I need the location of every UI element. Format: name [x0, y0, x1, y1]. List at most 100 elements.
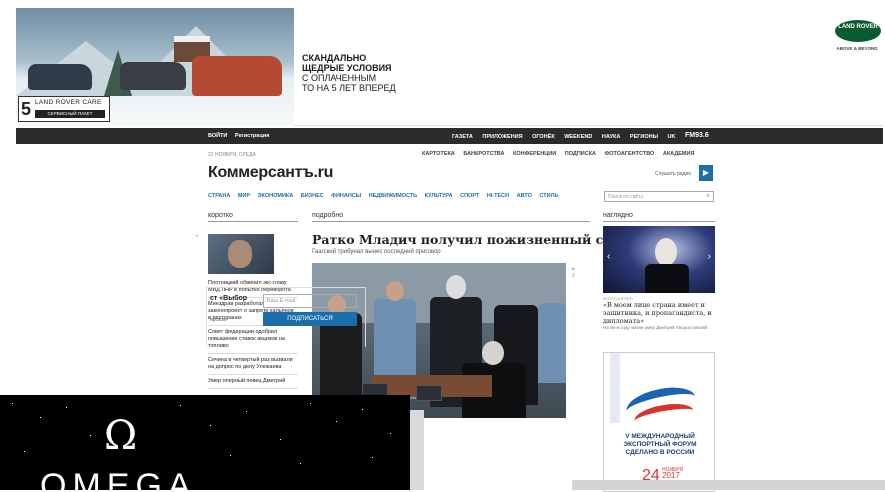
- export-forum-ad[interactable]: V МЕЖДУНАРОДНЫЙ ЭКСПОРТНЫЙ ФОРУМ СДЕЛАНО…: [603, 352, 715, 492]
- service-link[interactable]: БАНКРОТСТВА: [463, 151, 504, 157]
- promo-line: С ОПЛАЧЕННЫМ: [302, 73, 377, 83]
- subscribe-title: ст «Выбор: [210, 295, 248, 302]
- promo-line: ТО НА 5 ЛЕТ ВПЕРЕД: [302, 83, 396, 93]
- head-shape: [482, 341, 504, 365]
- service-link[interactable]: АКАДЕМИЯ: [663, 151, 695, 157]
- register-link[interactable]: Регистрация: [235, 133, 269, 139]
- column-header-short[interactable]: коротко: [208, 212, 298, 222]
- land-rover-banner[interactable]: 5 LAND ROVER CARE СЕРВИСНЫЙ ПАКЕТ СКАНДА…: [16, 8, 883, 126]
- topbar-link[interactable]: WEEKEND: [564, 134, 592, 140]
- forum-title-line: ЭКСПОРТНЫЙ ФОРУМ: [623, 441, 697, 448]
- star-dot: [24, 451, 25, 452]
- nav-item[interactable]: НЕДВИЖИМОСТЬ: [369, 193, 417, 199]
- play-icon[interactable]: ▶: [699, 165, 713, 181]
- main-story-title[interactable]: Ратко Младич получил пожизненный срок: [312, 232, 629, 247]
- star-dot: [12, 403, 13, 404]
- comments-count[interactable]: ▪ 2: [572, 266, 575, 279]
- fm-radio-link[interactable]: FM93.6: [685, 132, 709, 139]
- gallery-subcaption: На 56-м году жизни умер Дмитрий Хворосто…: [603, 325, 708, 330]
- promo-text: СКАНДАЛЬНО ЩЕДРЫЕ УСЛОВИЯ С ОПЛАЧЕННЫМ Т…: [302, 53, 442, 93]
- forum-date: НОЯБРЯ 2017: [662, 467, 683, 480]
- login-link[interactable]: ВОЙТИ: [208, 133, 227, 139]
- star-dot: [180, 405, 181, 406]
- star-dot: [310, 403, 311, 404]
- care-number: 5: [21, 99, 32, 119]
- star-dot: [300, 463, 301, 464]
- nav-item[interactable]: СТРАНА: [208, 193, 230, 199]
- list-item[interactable]: Сечина в четвертый раз вызвали на допрос…: [208, 354, 298, 375]
- chevron-right-icon[interactable]: ›: [708, 251, 711, 262]
- bullet-icon: •: [196, 234, 199, 240]
- head-shape: [386, 281, 404, 301]
- services-menu: КАРТОТЕКА БАНКРОТСТВА КОНФЕРЕНЦИИ ПОДПИС…: [422, 151, 701, 157]
- nav-item[interactable]: HI-TECH: [487, 193, 509, 199]
- omega-ad-overlay[interactable]: Ω OMEGA: [0, 395, 410, 490]
- service-link[interactable]: КОНФЕРЕНЦИИ: [513, 151, 556, 157]
- current-date: 22 НОЯБРЯ, СРЕДА: [208, 152, 256, 158]
- service-link[interactable]: КАРТОТЕКА: [422, 151, 455, 157]
- star-dot: [246, 411, 247, 412]
- star-dot: [66, 407, 67, 408]
- search-input[interactable]: Поиск по сайту ⌕: [604, 191, 714, 202]
- promo-line: ЩЕДРЫЕ УСЛОВИЯ: [302, 63, 392, 73]
- topbar-link[interactable]: ГАЗЕТА: [452, 134, 473, 140]
- top-bar: ВОЙТИ Регистрация ГАЗЕТА ПРИЛОЖЕНИЯ ОГОН…: [16, 128, 883, 144]
- nav-item[interactable]: СТИЛЬ: [539, 193, 558, 199]
- star-dot: [362, 409, 363, 410]
- forum-title-line: V МЕЖДУНАРОДНЫЙ: [625, 433, 695, 440]
- topbar-link[interactable]: РЕГИОНЫ: [630, 134, 658, 140]
- main-story-subtitle: Гаагский трибунал вынес последний пригов…: [312, 249, 441, 255]
- star-dot: [90, 435, 91, 436]
- omega-logo-icon: Ω: [104, 413, 138, 459]
- topbar-link[interactable]: UK: [668, 134, 676, 140]
- forum-title: V МЕЖДУНАРОДНЫЙ ЭКСПОРТНЫЙ ФОРУМ СДЕЛАНО…: [604, 433, 714, 457]
- topbar-link[interactable]: ПРИЛОЖЕНИЯ: [482, 134, 522, 140]
- service-link[interactable]: ПОДПИСКА: [565, 151, 596, 157]
- chevron-left-icon[interactable]: ‹: [607, 251, 610, 262]
- bottom-overlay-bar: [572, 480, 885, 490]
- logo-tagline: ABOVE & BEYOND: [836, 46, 878, 51]
- promo-line: СКАНДАЛЬНО: [302, 53, 367, 63]
- search-icon[interactable]: ⌕: [707, 193, 710, 200]
- list-item[interactable]: Умер оперный певец Дмитрий: [208, 375, 298, 389]
- person-shape: [538, 303, 566, 383]
- gallery-photo[interactable]: ‹ ›: [603, 226, 715, 293]
- car-shape: [28, 64, 92, 90]
- land-rover-care-badge: 5 LAND ROVER CARE СЕРВИСНЫЙ ПАКЕТ: [18, 96, 110, 122]
- forum-title-line: СДЕЛАНО В РОССИИ: [625, 449, 695, 456]
- subscribe-note: ерском: [210, 317, 227, 323]
- star-dot: [210, 425, 211, 426]
- site-logo[interactable]: Коммерсантъ.ru: [208, 164, 333, 182]
- nav-item[interactable]: ЭКОНОМИКА: [258, 193, 294, 199]
- nav-item[interactable]: АВТО: [517, 193, 532, 199]
- nav-item[interactable]: СПОРТ: [460, 193, 479, 199]
- face-shape: [228, 240, 252, 268]
- column-header-visual[interactable]: наглядно: [603, 212, 715, 222]
- monitor-shape: [416, 385, 442, 401]
- banner-image: 5 LAND ROVER CARE СЕРВИСНЫЙ ПАКЕТ: [16, 8, 294, 126]
- main-nav: СТРАНА МИР ЭКОНОМИКА БИЗНЕС ФИНАНСЫ НЕДВ…: [208, 193, 564, 199]
- service-link[interactable]: ФОТОАГЕНТСТВО: [605, 151, 655, 157]
- care-title: LAND ROVER CARE: [35, 99, 102, 106]
- topbar-link[interactable]: ОГОНЁК: [532, 134, 555, 140]
- gallery-quote[interactable]: «В моем лице страна имеет и защитника, и…: [603, 301, 718, 325]
- column-header-detail[interactable]: подробно: [312, 212, 590, 222]
- comments-number: 2: [572, 273, 575, 279]
- nav-item[interactable]: КУЛЬТУРА: [425, 193, 453, 199]
- comment-icon: ▪: [572, 266, 575, 273]
- listen-radio-label[interactable]: Слушать радио: [655, 171, 691, 177]
- overlay-edge: [410, 410, 424, 490]
- email-field[interactable]: Ваш E-mail: [263, 294, 357, 308]
- nav-item[interactable]: ФИНАНСЫ: [331, 193, 361, 199]
- search-placeholder: Поиск по сайту: [608, 194, 644, 200]
- topbar-link[interactable]: НАУКА: [602, 134, 621, 140]
- car-shape: [120, 62, 186, 90]
- land-rover-logo: LAND ROVER: [835, 20, 881, 42]
- news-photo[interactable]: [208, 234, 274, 274]
- nav-item[interactable]: БИЗНЕС: [301, 193, 324, 199]
- subscribe-button[interactable]: ПОДПИСАТЬСЯ: [263, 312, 357, 326]
- nav-item[interactable]: МИР: [238, 193, 250, 199]
- head-shape: [655, 238, 677, 266]
- star-dot: [336, 421, 337, 422]
- star-dot: [390, 433, 391, 434]
